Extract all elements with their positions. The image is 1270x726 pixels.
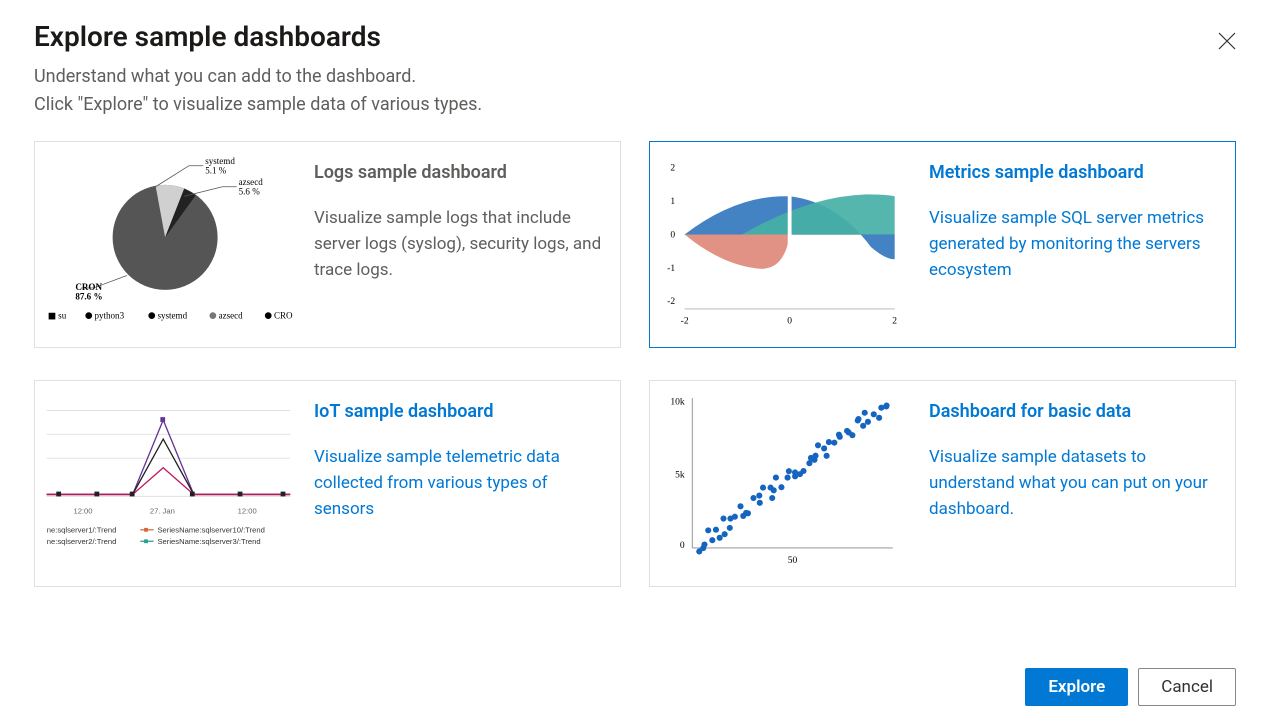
svg-text:0: 0: [670, 229, 675, 240]
card-basic[interactable]: 10k 5k 0 50 Dashboard for basic data Vis…: [649, 380, 1236, 587]
subtitle-line-1: Understand what you can add to the dashb…: [34, 66, 416, 87]
svg-text:-2: -2: [681, 315, 689, 326]
close-button[interactable]: [1212, 26, 1242, 56]
card-logs-title: Logs sample dashboard: [314, 162, 602, 183]
card-iot-desc: Visualize sample telemetric data collect…: [314, 444, 602, 523]
svg-text:10k: 10k: [670, 397, 685, 408]
svg-text:-1: -1: [667, 263, 675, 274]
dialog-footer: Explore Cancel: [1025, 668, 1236, 706]
svg-text:ne:sqlserver1/:Trend: ne:sqlserver1/:Trend: [47, 525, 117, 534]
card-iot-title: IoT sample dashboard: [314, 401, 602, 422]
svg-text:0: 0: [787, 315, 792, 326]
svg-text:2: 2: [670, 162, 675, 173]
page-subtitle: Understand what you can add to the dashb…: [34, 63, 1236, 119]
card-logs-desc: Visualize sample logs that include serve…: [314, 205, 602, 284]
svg-text:87.6 %: 87.6 %: [75, 291, 102, 301]
card-basic-desc: Visualize sample datasets to understand …: [929, 444, 1217, 523]
svg-text:ne:sqlserver2/:Trend: ne:sqlserver2/:Trend: [47, 537, 117, 546]
svg-text:SeriesName:sqlserver3/:Trend: SeriesName:sqlserver3/:Trend: [157, 537, 260, 546]
svg-text:azsecd: azsecd: [219, 310, 244, 320]
svg-text:12:00: 12:00: [73, 506, 92, 515]
svg-text:0: 0: [680, 540, 685, 551]
page-title: Explore sample dashboards: [34, 20, 381, 53]
thumb-metrics: 2 1 0 -1 -2 -2 0: [650, 142, 915, 347]
svg-text:systemd: systemd: [157, 310, 187, 320]
svg-text:python3: python3: [94, 310, 124, 320]
card-basic-title: Dashboard for basic data: [929, 401, 1217, 422]
cancel-button[interactable]: Cancel: [1138, 668, 1236, 706]
svg-text:12:00: 12:00: [238, 506, 257, 515]
card-logs[interactable]: systemd 5.1 % azsecd 5.6 % CRON 87.6 % s…: [34, 141, 621, 348]
svg-text:5.1 %: 5.1 %: [205, 165, 227, 175]
card-metrics[interactable]: 2 1 0 -1 -2 -2 0: [649, 141, 1236, 348]
svg-text:azsecd: azsecd: [239, 177, 264, 187]
svg-text:1: 1: [670, 196, 675, 207]
svg-text:5.6 %: 5.6 %: [239, 186, 261, 196]
explore-button[interactable]: Explore: [1025, 668, 1128, 706]
card-grid: systemd 5.1 % azsecd 5.6 % CRON 87.6 % s…: [34, 141, 1236, 587]
thumb-iot: 12:00 27. Jan 12:00 ne:sqlserver1/:Trend…: [35, 381, 300, 586]
svg-text:5k: 5k: [675, 469, 685, 480]
svg-text:su: su: [58, 310, 67, 320]
svg-text:SeriesName:sqlserver10/:Trend: SeriesName:sqlserver10/:Trend: [157, 525, 264, 534]
svg-text:2: 2: [892, 315, 897, 326]
svg-text:50: 50: [788, 555, 798, 566]
subtitle-line-2: Click "Explore" to visualize sample data…: [34, 94, 482, 115]
svg-text:systemd: systemd: [205, 156, 235, 166]
svg-text:CRON: CRON: [75, 282, 102, 292]
card-metrics-title: Metrics sample dashboard: [929, 162, 1217, 183]
thumb-basic: 10k 5k 0 50: [650, 381, 915, 586]
svg-text:CRO: CRO: [274, 310, 293, 320]
close-icon: [1218, 32, 1236, 50]
card-metrics-desc: Visualize sample SQL server metrics gene…: [929, 205, 1217, 284]
svg-text:27. Jan: 27. Jan: [150, 506, 175, 515]
svg-text:-2: -2: [667, 296, 675, 307]
thumb-logs: systemd 5.1 % azsecd 5.6 % CRON 87.6 % s…: [35, 142, 300, 347]
card-iot[interactable]: 12:00 27. Jan 12:00 ne:sqlserver1/:Trend…: [34, 380, 621, 587]
